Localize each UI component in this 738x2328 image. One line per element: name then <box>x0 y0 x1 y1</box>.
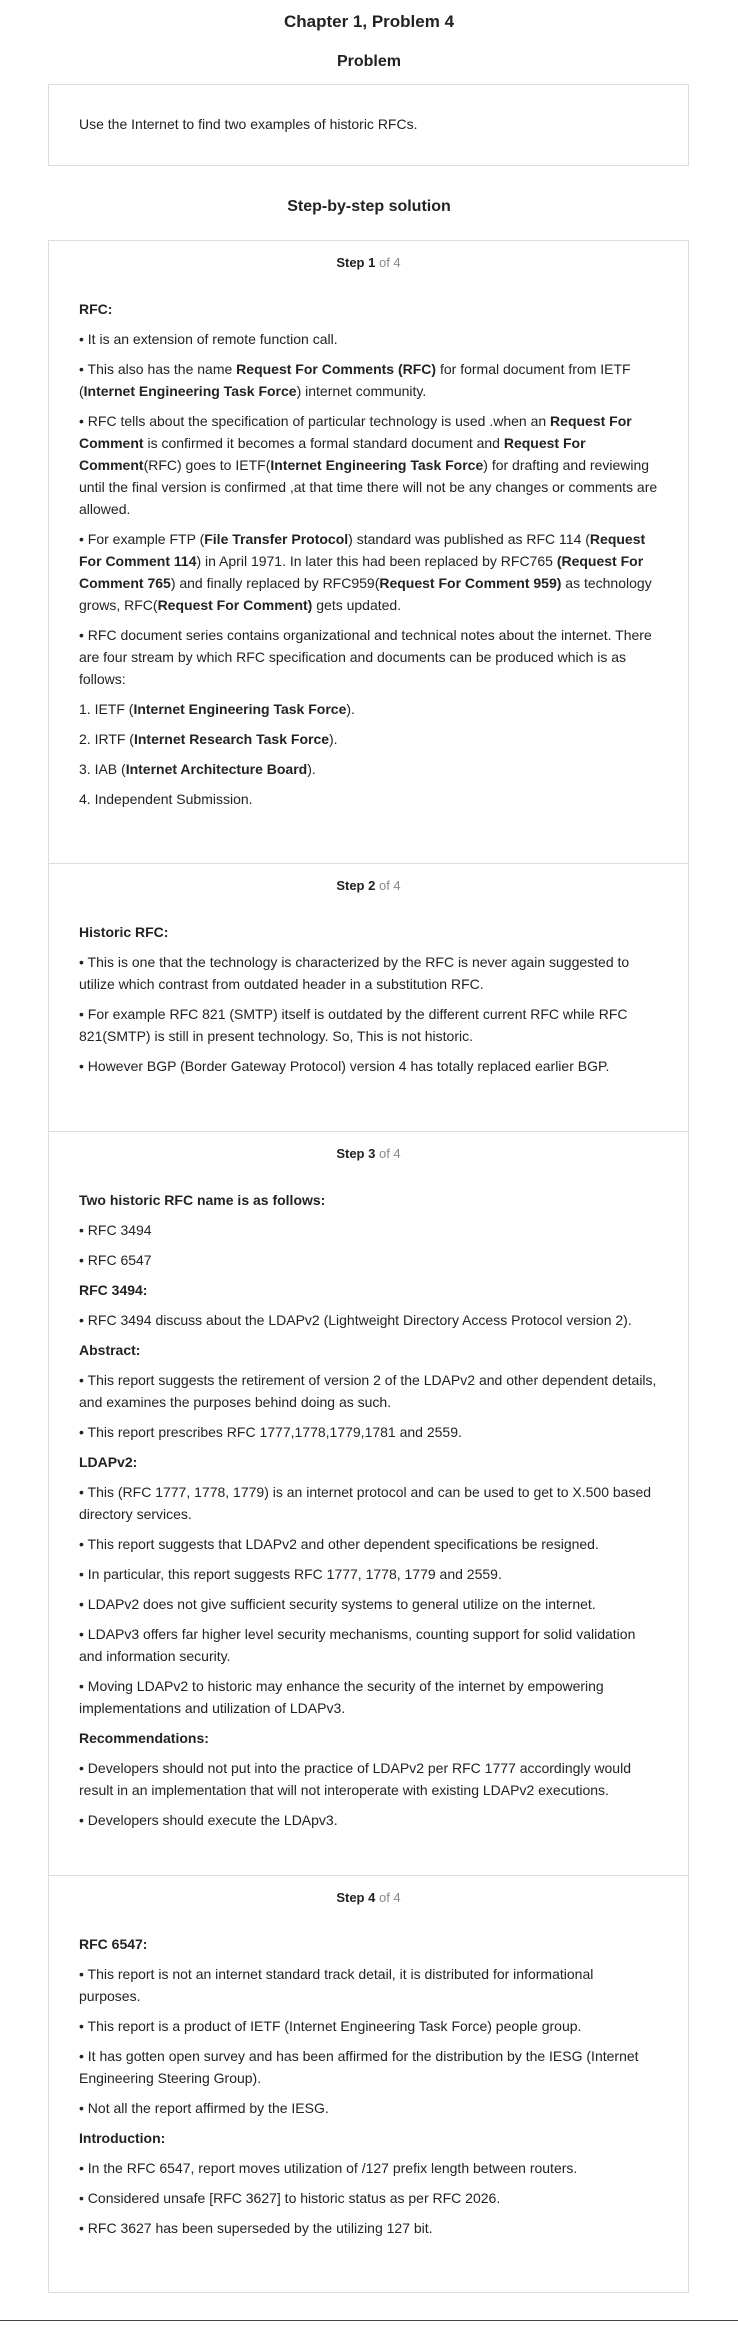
step-paragraph: • This report suggests the retirement of… <box>79 1372 657 1410</box>
step-paragraph: • Not all the report affirmed by the IES… <box>79 2100 329 2116</box>
bold-term: Internet Architecture Board <box>125 761 308 777</box>
step-paragraph: • RFC tells about the specification of p… <box>79 413 658 517</box>
step-subheading: RFC: <box>79 301 113 317</box>
step-paragraph: • This report is not an internet standar… <box>79 1966 594 2004</box>
step-paragraph: • For example RFC 821 (SMTP) itself is o… <box>79 1006 628 1044</box>
step-1: Step 1 of 4 RFC: • It is an extension of … <box>49 241 688 864</box>
page: Chapter 1, Problem 4 Problem Use the Int… <box>0 0 738 2328</box>
step-header: Step 2 of 4 <box>79 878 658 893</box>
problem-heading: Problem <box>336 53 401 70</box>
step-paragraph: • However BGP (Border Gateway Protocol) … <box>79 1058 610 1074</box>
problem-card: Use the Internet to find two examples of… <box>48 84 689 166</box>
bold-term: File Transfer Protocol <box>204 531 349 547</box>
problem-text: Use the Internet to find two examples of… <box>79 116 418 132</box>
step-paragraph: • This report suggests that LDAPv2 and o… <box>79 1536 599 1552</box>
step-subheading: Abstract: <box>79 1342 141 1358</box>
step-paragraph: • This (RFC 1777, 1778, 1779) is an inte… <box>79 1484 652 1522</box>
bold-term: Request For Comment 959) <box>379 575 562 591</box>
step-paragraph: • RFC 3627 has been superseded by the ut… <box>79 2220 433 2236</box>
step-subheading: Historic RFC: <box>79 924 169 940</box>
solution-card: Step 1 of 4 RFC: • It is an extension of … <box>48 240 689 2293</box>
chapter-title: Chapter 1, Problem 4 <box>283 12 455 31</box>
step-body: RFC 6547: • This report is not an interne… <box>79 1933 658 2239</box>
step-paragraph: • It has gotten open survey and has been… <box>79 2048 639 2086</box>
bottom-divider <box>0 2320 738 2321</box>
step-header: Step 4 of 4 <box>79 1890 658 1905</box>
step-header: Step 1 of 4 <box>79 255 658 270</box>
step-paragraph: • Considered unsafe [RFC 3627] to histor… <box>79 2190 501 2206</box>
step-paragraph: • Developers should execute the LDApv3. <box>79 1812 338 1828</box>
step-paragraph: 2. IRTF (Internet Research Task Force). <box>79 731 338 747</box>
step-paragraph: • RFC 6547 <box>79 1252 152 1268</box>
bold-term: Internet Engineering Task Force <box>270 457 484 473</box>
step-subheading: Introduction: <box>79 2130 166 2146</box>
step-number: Step 3 <box>336 1146 376 1161</box>
bold-term: Internet Research Task Force <box>133 731 330 747</box>
step-number: Step 2 <box>336 878 376 893</box>
step-subheading: LDAPv2: <box>79 1454 138 1470</box>
step-body: Two historic RFC name is as follows: • RF… <box>79 1189 658 1831</box>
solution-heading: Step-by-step solution <box>287 198 451 215</box>
step-paragraph: • This report is a product of IETF (Inte… <box>79 2018 582 2034</box>
step-total: of 4 <box>378 1890 401 1905</box>
step-paragraph: • Moving LDAPv2 to historic may enhance … <box>79 1678 604 1716</box>
bold-term: Request For Comment) <box>157 597 313 613</box>
step-paragraph: • LDAPv2 does not give sufficient securi… <box>79 1596 596 1612</box>
step-total: of 4 <box>378 255 401 270</box>
step-subheading: RFC 6547: <box>79 1936 148 1952</box>
step-subheading: Two historic RFC name is as follows: <box>79 1192 326 1208</box>
step-paragraph: • In particular, this report suggests RF… <box>79 1566 502 1582</box>
step-paragraph: • For example FTP (File Transfer Protoco… <box>79 531 652 613</box>
bold-term: Internet Engineering Task Force <box>83 383 297 399</box>
step-paragraph: • This report prescribes RFC 1777,1778,1… <box>79 1424 462 1440</box>
step-header: Step 3 of 4 <box>79 1146 658 1161</box>
step-paragraph: • RFC 3494 discuss about the LDAPv2 (Lig… <box>79 1312 632 1328</box>
step-paragraph: 4. Independent Submission. <box>79 791 253 807</box>
step-3: Step 3 of 4 Two historic RFC name is as … <box>49 1132 688 1876</box>
step-4: Step 4 of 4 RFC 6547: • This report is no… <box>49 1876 688 2292</box>
step-paragraph: • RFC document series contains organizat… <box>79 627 652 687</box>
step-paragraph: 3. IAB (Internet Architecture Board). <box>79 761 316 777</box>
step-body: Historic RFC: • This is one that the tech… <box>79 921 658 1077</box>
step-subheading: RFC 3494: <box>79 1282 148 1298</box>
step-paragraph: • This is one that the technology is cha… <box>79 954 630 992</box>
step-subheading: Recommendations: <box>79 1730 209 1746</box>
bold-term: Request For Comments (RFC) <box>236 361 437 377</box>
step-paragraph: • It is an extension of remote function … <box>79 331 338 347</box>
step-paragraph: • This also has the name Request For Com… <box>79 361 631 399</box>
step-paragraph: 1. IETF (Internet Engineering Task Force… <box>79 701 355 717</box>
step-paragraph: • RFC 3494 <box>79 1222 152 1238</box>
step-body: RFC: • It is an extension of remote funct… <box>79 298 658 810</box>
step-paragraph: • Developers should not put into the pra… <box>79 1760 631 1798</box>
step-total: of 4 <box>378 878 401 893</box>
step-number: Step 4 <box>336 1890 376 1905</box>
step-total: of 4 <box>378 1146 401 1161</box>
step-paragraph: • LDAPv3 offers far higher level securit… <box>79 1626 636 1664</box>
step-2: Step 2 of 4 Historic RFC: • This is one t… <box>49 864 688 1132</box>
step-paragraph: • In the RFC 6547, report moves utilizat… <box>79 2160 578 2176</box>
bold-term: Internet Engineering Task Force <box>133 701 347 717</box>
step-number: Step 1 <box>336 255 376 270</box>
